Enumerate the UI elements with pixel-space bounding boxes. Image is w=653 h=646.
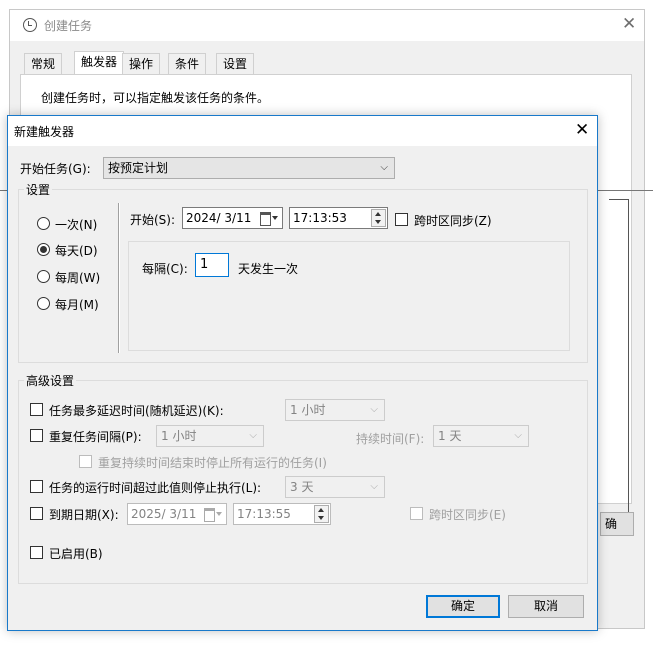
- recur-label: 每隔(C):: [142, 262, 188, 276]
- expire-date-value: 2025/ 3/11: [131, 507, 197, 521]
- start-date-value: 2024/ 3/11: [186, 211, 252, 225]
- checkbox[interactable]: [30, 403, 43, 416]
- radio-label: 每月(M): [55, 298, 99, 312]
- settings-group-title: 设置: [24, 181, 53, 198]
- triggers-description: 创建任务时，可以指定触发该任务的条件。: [41, 91, 270, 105]
- repeat-interval-select[interactable]: 1 小时 ⌵: [156, 425, 264, 447]
- calendar-dropdown-icon[interactable]: [204, 507, 222, 522]
- expire-date-picker[interactable]: 2025/ 3/11: [127, 503, 227, 525]
- repeat-interval-value: 1 小时: [161, 429, 197, 443]
- close-icon[interactable]: ✕: [622, 14, 636, 34]
- checkbox[interactable]: [410, 507, 423, 520]
- radio-button[interactable]: [37, 297, 50, 310]
- recur-days-input[interactable]: 1: [195, 253, 229, 277]
- radio-label: 每天(D): [55, 244, 98, 258]
- begin-task-label: 开始任务(G):: [20, 162, 91, 176]
- chevron-down-icon: ⌵: [370, 481, 378, 492]
- start-time-field[interactable]: 17:13:53: [289, 207, 388, 229]
- delay-task-label: 任务最多延迟时间(随机延迟)(K):: [49, 404, 224, 418]
- tab-actions[interactable]: 操作: [122, 53, 161, 75]
- spinner-icon[interactable]: [314, 505, 329, 523]
- advanced-settings-title: 高级设置: [24, 372, 77, 389]
- calendar-dropdown-icon[interactable]: [260, 211, 278, 226]
- delay-select[interactable]: 1 小时 ⌵: [285, 399, 385, 421]
- radio-button[interactable]: [37, 270, 50, 283]
- radio-label: 一次(N): [55, 218, 98, 232]
- dialog-titlebar: 新建触发器 ✕: [8, 116, 597, 146]
- sync-timezone-label: 跨时区同步(Z): [414, 214, 492, 228]
- expire-time-value: 17:13:55: [237, 507, 291, 521]
- radio-label: 每周(W): [55, 271, 101, 285]
- begin-task-select[interactable]: 按预定计划 ⌵: [103, 157, 395, 179]
- chevron-down-icon: ⌵: [370, 404, 378, 415]
- enabled-label: 已启用(B): [49, 547, 103, 561]
- exceed-duration-value: 3 天: [290, 480, 314, 494]
- checkbox[interactable]: [30, 429, 43, 442]
- duration-label: 持续时间(F):: [356, 432, 425, 446]
- stop-if-exceeds-label: 任务的运行时间超过此值则停止执行(L):: [49, 481, 262, 495]
- dialog-title: 新建触发器: [14, 125, 75, 139]
- duration-select[interactable]: 1 天 ⌵: [433, 425, 529, 447]
- checkbox[interactable]: [30, 480, 43, 493]
- begin-task-value: 按预定计划: [108, 161, 169, 175]
- stop-all-tasks-label: 重复持续时间结束时停止所有运行的任务(I): [98, 456, 327, 470]
- triggers-list-frame: [609, 199, 629, 514]
- chevron-down-icon: ⌵: [514, 430, 522, 441]
- tab-settings[interactable]: 设置: [216, 53, 255, 75]
- divider-line: [598, 190, 653, 191]
- repeat-task-label: 重复任务间隔(P):: [49, 430, 142, 444]
- start-label: 开始(S):: [130, 213, 176, 227]
- checkbox[interactable]: [395, 213, 408, 226]
- checkbox[interactable]: [30, 546, 43, 559]
- new-trigger-dialog: 新建触发器 ✕ 开始任务(G): 按预定计划 ⌵ 设置 一次(N) 每天(D) …: [7, 115, 598, 631]
- expire-label: 到期日期(X):: [49, 508, 119, 522]
- duration-value: 1 天: [438, 429, 462, 443]
- expire-sync-timezone-label: 跨时区同步(E): [429, 508, 506, 522]
- chevron-down-icon: ⌵: [249, 430, 257, 441]
- settings-divider: [118, 203, 120, 353]
- background-window-title: 创建任务: [44, 19, 93, 33]
- radio-button[interactable]: [37, 217, 50, 230]
- tab-conditions[interactable]: 条件: [168, 53, 207, 75]
- tab-triggers[interactable]: 触发器: [74, 51, 125, 75]
- start-time-value: 17:13:53: [293, 211, 347, 225]
- checkbox[interactable]: [30, 507, 43, 520]
- start-date-picker[interactable]: 2024/ 3/11: [182, 207, 283, 229]
- exceed-duration-select[interactable]: 3 天 ⌵: [285, 476, 385, 498]
- tab-general[interactable]: 常规: [24, 53, 63, 75]
- clock-icon: [23, 18, 37, 32]
- spinner-icon[interactable]: [371, 209, 386, 227]
- recur-suffix: 天发生一次: [238, 262, 299, 276]
- delay-value: 1 小时: [290, 403, 326, 417]
- background-ok-button[interactable]: 确: [600, 512, 634, 536]
- checkbox[interactable]: [79, 455, 92, 468]
- cancel-button[interactable]: 取消: [508, 595, 584, 618]
- chevron-down-icon: ⌵: [380, 162, 388, 173]
- ok-button[interactable]: 确定: [426, 595, 500, 618]
- background-titlebar: 创建任务 ✕: [10, 10, 644, 41]
- radio-button-selected[interactable]: [37, 243, 50, 256]
- expire-time-field[interactable]: 17:13:55: [233, 503, 331, 525]
- close-icon[interactable]: ✕: [575, 120, 589, 140]
